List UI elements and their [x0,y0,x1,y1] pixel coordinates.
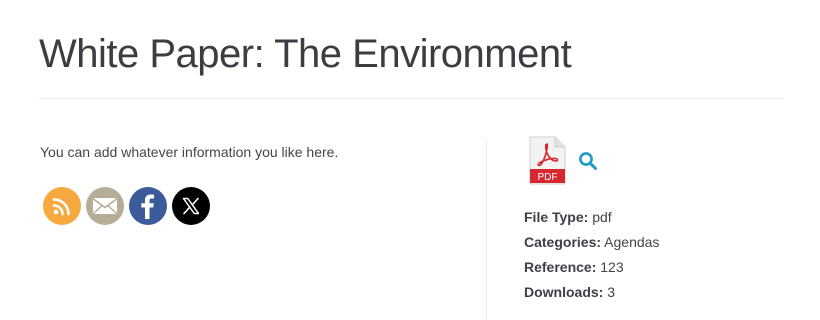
meta-downloads: Downloads: 3 [524,280,659,305]
social-share-row [43,187,210,225]
meta-value: 123 [600,259,624,275]
column-divider [486,140,487,320]
meta-label: Reference: [524,259,597,275]
title-divider [39,98,783,99]
meta-categories: Categories: Agendas [524,230,659,255]
search-icon[interactable] [578,151,598,171]
rss-icon[interactable] [43,187,81,225]
meta-label: Downloads: [524,284,604,300]
facebook-icon[interactable] [129,187,167,225]
pdf-file-icon[interactable]: PDF [527,136,567,186]
meta-value: pdf [592,209,612,225]
x-icon[interactable] [172,187,210,225]
meta-label: Categories: [524,234,602,250]
intro-text: You can add whatever information you lik… [40,144,339,160]
meta-label: File Type: [524,209,589,225]
meta-reference: Reference: 123 [524,255,659,280]
pdf-label: PDF [538,172,558,183]
file-meta-list: File Type: pdf Categories: Agendas Refer… [524,205,659,305]
meta-value: 3 [607,284,616,300]
email-icon[interactable] [86,187,124,225]
meta-value: Agendas [604,234,660,250]
meta-file-type: File Type: pdf [524,205,659,230]
page-title: White Paper: The Environment [39,32,572,76]
